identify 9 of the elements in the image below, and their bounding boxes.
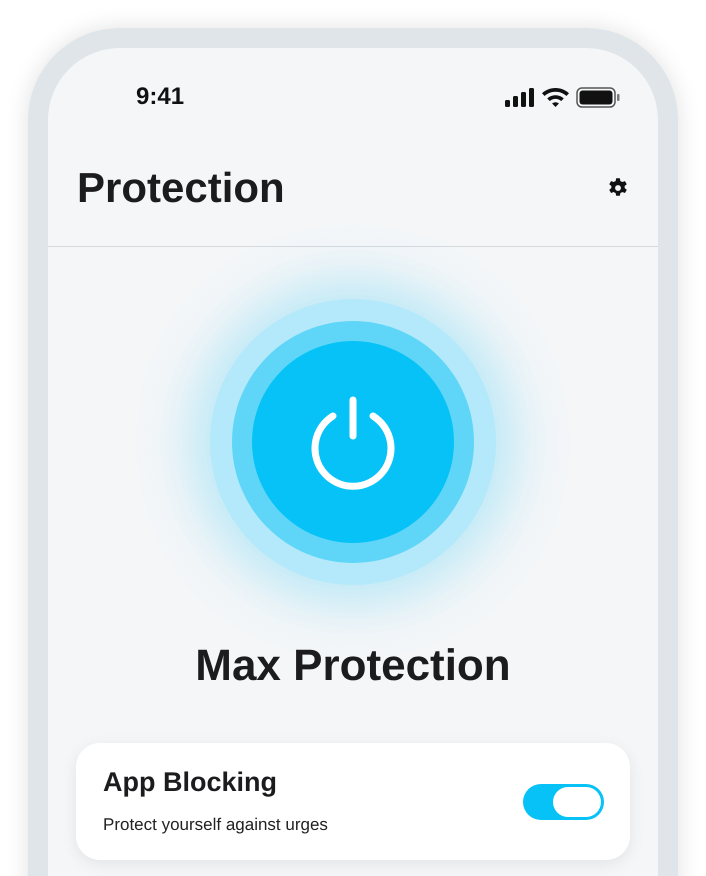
- setting-title: App Blocking: [103, 766, 278, 798]
- wifi-icon: [542, 88, 569, 106]
- setting-description: Protect yourself against urges: [103, 814, 328, 836]
- protection-level-label: Max Protection: [195, 640, 511, 692]
- toggle-switch[interactable]: [523, 784, 604, 820]
- status-time: 9:41: [136, 82, 184, 112]
- battery-icon: [576, 86, 620, 108]
- signal-icon: [505, 88, 535, 106]
- page-title: Protection: [77, 163, 285, 213]
